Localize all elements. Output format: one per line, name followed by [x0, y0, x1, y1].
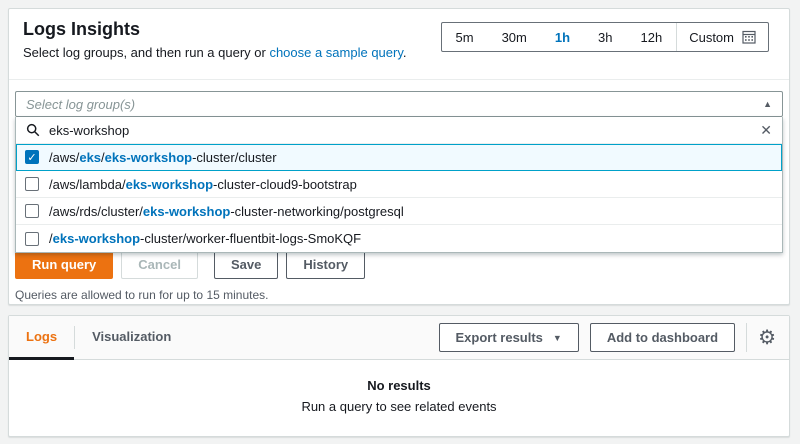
- export-results-label: Export results: [456, 330, 543, 345]
- page-subtitle: Select log groups, and then run a query …: [23, 45, 407, 60]
- actions-divider: [746, 323, 747, 352]
- query-limit-note: Queries are allowed to run for up to 15 …: [15, 288, 268, 302]
- log-group-select[interactable]: Select log group(s) ▲: [15, 91, 783, 117]
- empty-state: No results Run a query to see related ev…: [9, 378, 789, 414]
- log-group-option[interactable]: /aws/lambda/eks-workshop-cluster-cloud9-…: [16, 171, 782, 198]
- time-range-selector: 5m30m1h3h12h Custom: [441, 22, 770, 52]
- custom-label: Custom: [689, 30, 734, 45]
- checkbox-unchecked[interactable]: [25, 204, 39, 218]
- log-group-search-input[interactable]: [49, 123, 751, 138]
- chevron-up-icon[interactable]: ▲: [763, 99, 772, 109]
- tab-visualization[interactable]: Visualization: [75, 316, 188, 360]
- subtitle-period: .: [403, 45, 407, 60]
- time-range-option-5m[interactable]: 5m: [442, 23, 488, 51]
- calendar-icon: [742, 30, 756, 44]
- time-range-option-30m[interactable]: 30m: [488, 23, 541, 51]
- checkbox-unchecked[interactable]: [25, 177, 39, 191]
- log-group-name: /eks-workshop-cluster/worker-fluentbit-l…: [49, 231, 361, 246]
- time-range-custom[interactable]: Custom: [676, 23, 768, 51]
- results-actions: Export results ▼ Add to dashboard ⚙: [439, 323, 777, 352]
- empty-state-subtitle: Run a query to see related events: [9, 399, 789, 414]
- search-icon: [26, 123, 40, 137]
- save-button[interactable]: Save: [214, 250, 278, 279]
- time-range-option-1h[interactable]: 1h: [541, 23, 584, 51]
- time-range-options: 5m30m1h3h12h: [442, 23, 677, 51]
- log-group-option[interactable]: ✓ /aws/eks/eks-workshop-cluster/cluster: [16, 144, 782, 171]
- history-button[interactable]: History: [286, 250, 365, 279]
- header-divider: [9, 79, 789, 80]
- sample-query-link[interactable]: choose a sample query: [269, 45, 402, 60]
- page-title: Logs Insights: [23, 19, 140, 40]
- results-panel: Logs Visualization Export results ▼ Add …: [8, 315, 790, 437]
- log-group-dropdown: ✕ ✓ /aws/eks/eks-workshop-cluster/cluster…: [15, 117, 783, 253]
- query-actions: Run query Cancel Save History: [15, 250, 365, 279]
- cancel-button[interactable]: Cancel: [121, 250, 198, 279]
- log-group-name: /aws/lambda/eks-workshop-cluster-cloud9-…: [49, 177, 357, 192]
- log-group-placeholder: Select log group(s): [26, 97, 135, 112]
- log-group-name: /aws/eks/eks-workshop-cluster/cluster: [49, 150, 277, 165]
- logs-insights-panel: Logs Insights Select log groups, and the…: [8, 8, 790, 305]
- time-range-option-12h[interactable]: 12h: [627, 23, 677, 51]
- checkbox-unchecked[interactable]: [25, 232, 39, 246]
- run-query-button[interactable]: Run query: [15, 250, 113, 279]
- log-group-option[interactable]: /aws/rds/cluster/eks-workshop-cluster-ne…: [16, 198, 782, 225]
- export-results-button[interactable]: Export results ▼: [439, 323, 579, 352]
- time-range-option-3h[interactable]: 3h: [584, 23, 626, 51]
- gear-icon[interactable]: ⚙: [758, 328, 776, 348]
- log-group-name: /aws/rds/cluster/eks-workshop-cluster-ne…: [49, 204, 404, 219]
- subtitle-text: Select log groups, and then run a query …: [23, 45, 269, 60]
- log-group-search-row: ✕: [16, 117, 782, 144]
- clear-search-icon[interactable]: ✕: [760, 123, 772, 137]
- log-group-option[interactable]: /eks-workshop-cluster/worker-fluentbit-l…: [16, 225, 782, 252]
- empty-state-title: No results: [9, 378, 789, 393]
- tab-logs[interactable]: Logs: [9, 316, 74, 360]
- add-to-dashboard-button[interactable]: Add to dashboard: [590, 323, 735, 352]
- checkbox-checked[interactable]: ✓: [25, 150, 39, 164]
- results-tab-strip: Logs Visualization Export results ▼ Add …: [9, 316, 789, 360]
- chevron-down-icon: ▼: [553, 333, 562, 343]
- log-group-option-list: ✓ /aws/eks/eks-workshop-cluster/cluster/a…: [16, 144, 782, 252]
